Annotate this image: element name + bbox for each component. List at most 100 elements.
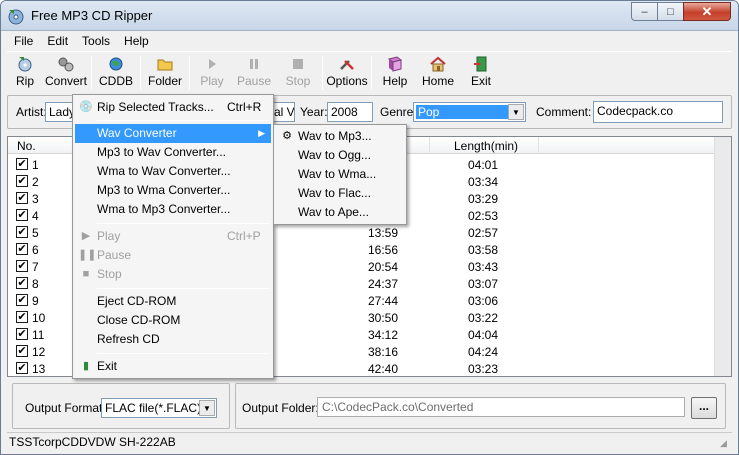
- track-checkbox[interactable]: ✔: [16, 345, 28, 357]
- track-checkbox[interactable]: ✔: [16, 260, 28, 272]
- menu-pause[interactable]: ❚❚ Pause: [75, 246, 271, 265]
- menu-exit-label: Exit: [97, 359, 118, 373]
- exit-button[interactable]: Exit: [460, 52, 502, 92]
- minimize-button[interactable]: –: [631, 2, 658, 21]
- play-button[interactable]: Play: [192, 52, 232, 92]
- menu-wma-to-wav[interactable]: Wma to Wav Converter...: [75, 162, 271, 181]
- pause-button[interactable]: Pause: [232, 52, 276, 92]
- menu-rip-selected[interactable]: 💿 Rip Selected Tracks... Ctrl+R: [75, 98, 271, 117]
- cddb-button[interactable]: CDDB: [94, 52, 138, 92]
- menu-pause-label: Pause: [97, 248, 132, 262]
- track-checkbox[interactable]: ✔: [16, 226, 28, 238]
- column-header-no[interactable]: No.: [17, 139, 36, 153]
- output-folder-field[interactable]: C:\CodecPack.co\Converted: [317, 397, 685, 417]
- track-length: 03:34: [468, 175, 499, 189]
- menu-play[interactable]: ▶ Play Ctrl+P: [75, 227, 271, 246]
- menu-stop[interactable]: ■ Stop: [75, 265, 271, 284]
- resize-grip-icon[interactable]: ◢: [720, 438, 732, 450]
- album-field[interactable]: al V: [273, 102, 295, 122]
- chevron-down-icon[interactable]: ▼: [199, 400, 215, 416]
- menu-wav-to-wma[interactable]: Wav to Wma...: [276, 165, 404, 184]
- year-field[interactable]: 2008: [327, 102, 373, 122]
- chevron-down-icon[interactable]: ▼: [508, 104, 524, 120]
- options-button[interactable]: Options: [325, 52, 369, 92]
- track-number: 2: [32, 175, 39, 189]
- comment-field[interactable]: Codecpack.co: [593, 101, 723, 123]
- convert-button[interactable]: Convert: [43, 52, 89, 92]
- menu-wav-to-ape[interactable]: Wav to Ape...: [276, 203, 404, 222]
- help-button[interactable]: Help: [374, 52, 416, 92]
- menu-tools[interactable]: Tools: [75, 32, 117, 50]
- toolbar-separator: [140, 56, 141, 90]
- menu-wav-to-mp3[interactable]: ⚙ Wav to Mp3...: [276, 127, 404, 146]
- track-checkbox[interactable]: ✔: [16, 158, 28, 170]
- help-book-icon: [387, 56, 403, 72]
- menu-separator: [97, 223, 269, 224]
- menu-wma-to-mp3-label: Wma to Mp3 Converter...: [97, 202, 231, 216]
- column-divider[interactable]: [538, 137, 539, 154]
- track-number: 5: [32, 226, 39, 240]
- toolbar-separator: [189, 56, 190, 90]
- track-checkbox[interactable]: ✔: [16, 328, 28, 340]
- menu-help[interactable]: Help: [117, 32, 156, 50]
- track-checkbox[interactable]: ✔: [16, 362, 28, 374]
- menu-close-cdrom[interactable]: Close CD-ROM: [75, 311, 271, 330]
- menu-wav-to-ogg-label: Wav to Ogg...: [298, 148, 371, 162]
- track-start-time: 24:37: [368, 277, 399, 291]
- maximize-button[interactable]: □: [657, 2, 684, 21]
- track-length: 02:57: [468, 226, 499, 240]
- menu-close-label: Close CD-ROM: [97, 313, 181, 327]
- title-bar[interactable]: Free MP3 CD Ripper – □ ✕: [1, 1, 738, 31]
- track-checkbox[interactable]: ✔: [16, 294, 28, 306]
- vertical-scrollbar[interactable]: [714, 137, 731, 376]
- browse-folder-button[interactable]: ...: [691, 397, 717, 419]
- column-divider[interactable]: [429, 137, 430, 154]
- menu-rip-selected-label: Rip Selected Tracks...: [97, 100, 214, 114]
- folder-button[interactable]: Folder: [143, 52, 187, 92]
- track-checkbox[interactable]: ✔: [16, 175, 28, 187]
- folder-icon: [157, 59, 173, 71]
- menu-mp3-to-wma[interactable]: Mp3 to Wma Converter...: [75, 181, 271, 200]
- menu-refresh-cd[interactable]: Refresh CD: [75, 330, 271, 349]
- stop-button[interactable]: Stop: [276, 52, 320, 92]
- menu-file[interactable]: File: [7, 32, 40, 50]
- home-button[interactable]: Home: [416, 52, 460, 92]
- folder-label: Folder: [147, 74, 182, 88]
- genre-dropdown[interactable]: Pop ▼: [413, 102, 526, 122]
- track-checkbox[interactable]: ✔: [16, 192, 28, 204]
- options-tools-icon: [340, 60, 354, 70]
- menu-edit[interactable]: Edit: [40, 32, 75, 50]
- track-length: 03:23: [468, 362, 499, 376]
- menu-wav-to-flac[interactable]: Wav to Flac...: [276, 184, 404, 203]
- track-number: 4: [32, 209, 39, 223]
- menu-wav-to-ogg[interactable]: Wav to Ogg...: [276, 146, 404, 165]
- toolbar: Rip Convert CDDB Folder Play Pause Stop …: [7, 51, 732, 93]
- options-label: Options: [326, 74, 368, 88]
- pause-icon: [250, 59, 258, 69]
- exit-door-icon: [474, 56, 487, 72]
- track-checkbox[interactable]: ✔: [16, 311, 28, 323]
- column-header-length[interactable]: Length(min): [454, 139, 518, 153]
- track-checkbox[interactable]: ✔: [16, 277, 28, 289]
- track-number: 10: [32, 311, 46, 325]
- comment-label: Comment:: [536, 105, 592, 119]
- close-button[interactable]: ✕: [683, 2, 731, 21]
- menu-mp3-to-wma-label: Mp3 to Wma Converter...: [97, 183, 231, 197]
- output-format-select[interactable]: FLAC file(*.FLAC) ▼: [101, 398, 217, 418]
- artist-field[interactable]: Lady: [45, 102, 75, 122]
- menu-mp3-to-wav[interactable]: Mp3 to Wav Converter...: [75, 143, 271, 162]
- track-checkbox[interactable]: ✔: [16, 243, 28, 255]
- track-length: 04:01: [468, 158, 499, 172]
- menu-eject[interactable]: Eject CD-ROM: [75, 292, 271, 311]
- convert-label: Convert: [44, 74, 88, 88]
- convert-icon: [58, 57, 74, 72]
- track-checkbox[interactable]: ✔: [16, 209, 28, 221]
- menu-exit[interactable]: ▮ Exit: [75, 357, 271, 376]
- cddb-label: CDDB: [98, 74, 133, 88]
- menu-wav-converter[interactable]: Wav Converter ▶: [75, 124, 271, 143]
- window-title: Free MP3 CD Ripper: [31, 8, 153, 23]
- rip-icon: 💿: [79, 101, 93, 113]
- rip-button[interactable]: Rip: [7, 52, 43, 92]
- track-length: 03:43: [468, 260, 499, 274]
- menu-wma-to-mp3[interactable]: Wma to Mp3 Converter...: [75, 200, 271, 219]
